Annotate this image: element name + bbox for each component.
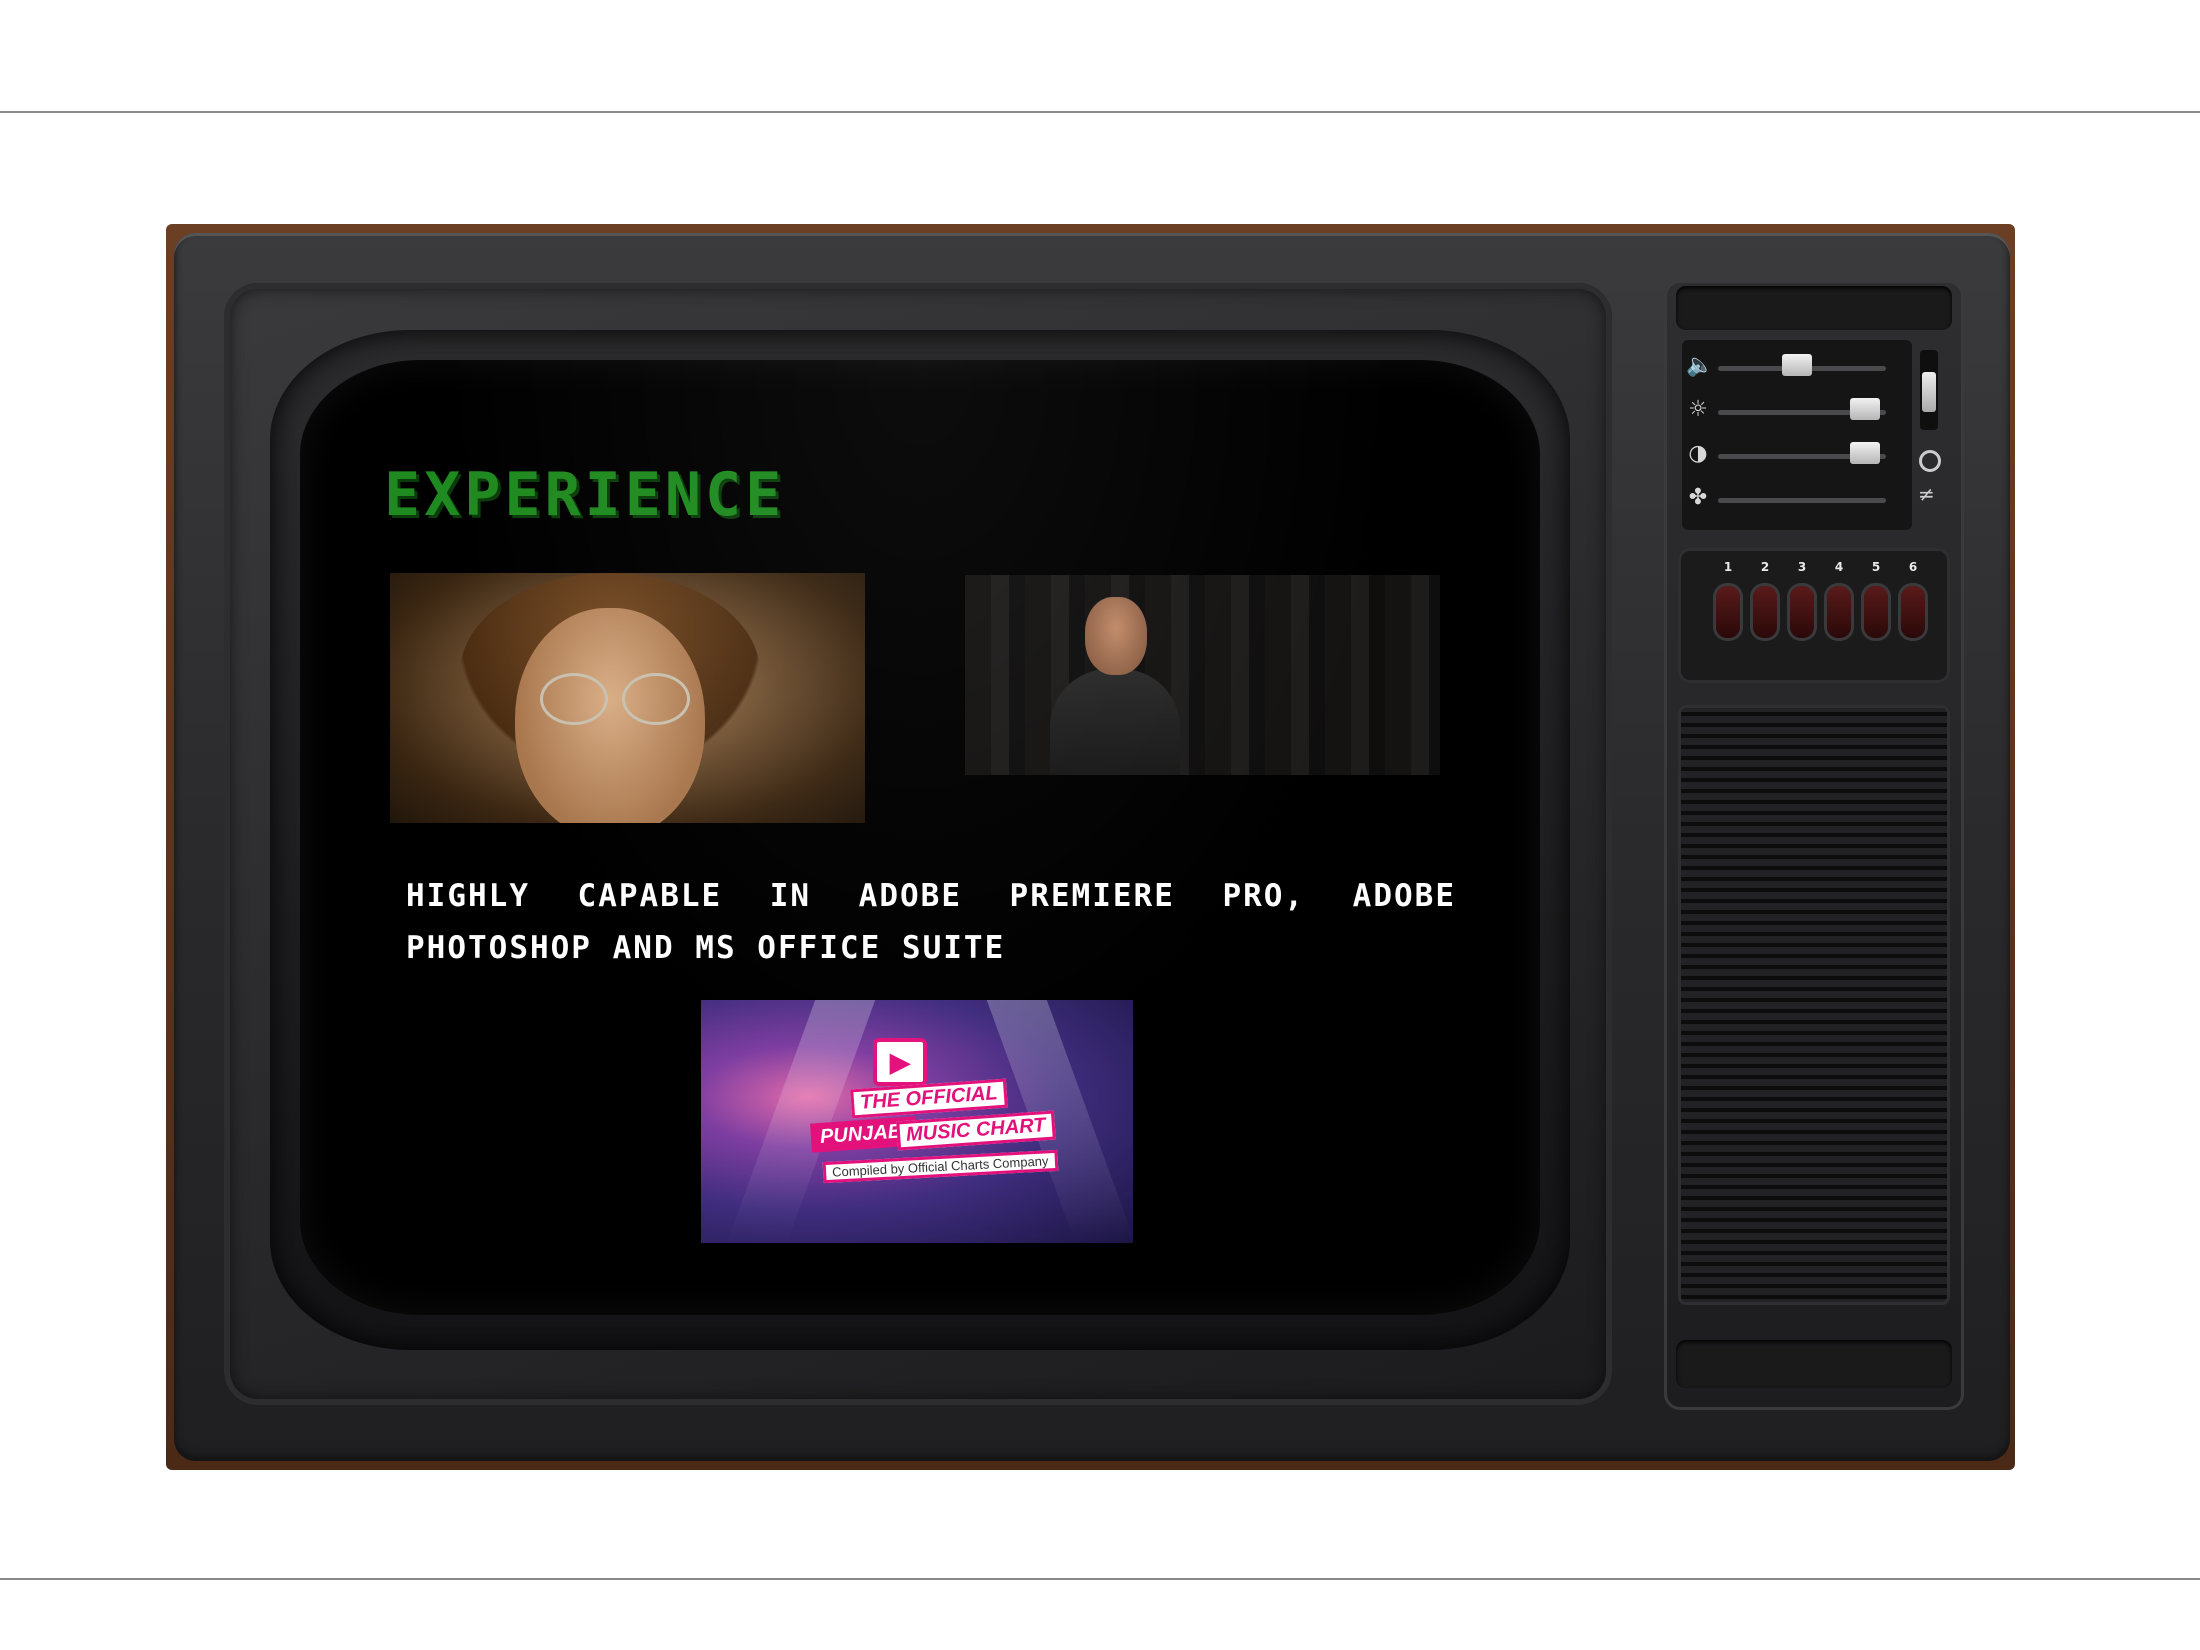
compiled-by-text: Compiled by	[831, 1160, 905, 1180]
volume-slider[interactable]: 🔈	[1682, 348, 1912, 388]
color-slider[interactable]: ✤	[1682, 480, 1912, 520]
adjustment-sliders: 🔈 ☼ ◑ ✤	[1682, 340, 1912, 530]
channel-button-3[interactable]	[1790, 586, 1814, 638]
tv-control-panel: 🔈 ☼ ◑ ✤ ≠ 1 2 3 4 5 6	[1664, 280, 1964, 1410]
skills-description: HIGHLY CAPABLE IN ADOBE PREMIERE PRO, AD…	[406, 878, 1456, 966]
channel-number: 3	[1797, 560, 1807, 574]
logo-line-official: THE OFFICIAL	[850, 1078, 1008, 1119]
channel-button-5[interactable]	[1864, 586, 1888, 638]
logo-compiled-by: Compiled by Official Charts Company	[822, 1149, 1058, 1184]
power-ring-icon	[1919, 450, 1941, 472]
speaker-icon: 🔈	[1686, 353, 1714, 378]
slide-title: EXPERIENCE	[384, 460, 786, 530]
channel-number: 1	[1723, 560, 1733, 574]
channel-number: 4	[1834, 560, 1844, 574]
slider-track	[1718, 498, 1886, 503]
bottom-divider-line	[0, 1578, 2200, 1580]
contrast-slider[interactable]: ◑	[1682, 436, 1912, 476]
portrait-glasses	[540, 673, 690, 725]
channel-selector: 1 2 3 4 5 6	[1678, 548, 1950, 683]
channel-button-1[interactable]	[1716, 586, 1740, 638]
speaker-grille	[1678, 705, 1950, 1305]
power-switch[interactable]: ≠	[1916, 350, 1942, 520]
channel-number: 5	[1871, 560, 1881, 574]
channel-button-4[interactable]	[1827, 586, 1851, 638]
logo-line-music-chart: MUSIC CHART	[896, 1110, 1056, 1151]
tv-screen: EXPERIENCE HIGHLY CAPABLE IN ADOBE PREMI…	[300, 360, 1540, 1315]
punjabi-chart-logo: ▶ THE OFFICIAL PUNJABI MUSIC CHART Compi…	[810, 1038, 1058, 1213]
tuning-icon: ≠	[1918, 482, 1935, 506]
channel-button-2[interactable]	[1753, 586, 1777, 638]
channel-button-6[interactable]	[1901, 586, 1925, 638]
brand-badge-icon: ▶	[873, 1038, 927, 1086]
panel-top-slot	[1676, 286, 1952, 330]
slider-knob[interactable]	[1850, 398, 1880, 420]
brightness-slider[interactable]: ☼	[1682, 392, 1912, 432]
video-thumbnail-speaker[interactable]	[965, 575, 1440, 775]
speaker-figure	[1050, 597, 1180, 775]
panel-bottom-slot	[1676, 1340, 1952, 1388]
video-thumbnail-portrait[interactable]	[390, 573, 865, 823]
color-wheel-icon: ✤	[1688, 485, 1708, 510]
top-divider-line	[0, 111, 2200, 113]
channel-number: 2	[1760, 560, 1770, 574]
contrast-icon: ◑	[1688, 441, 1708, 466]
switch-lever[interactable]	[1922, 372, 1936, 412]
slider-knob[interactable]	[1850, 442, 1880, 464]
sun-icon: ☼	[1688, 397, 1708, 422]
video-thumbnail-punjabi-chart[interactable]: ▶ THE OFFICIAL PUNJABI MUSIC CHART Compi…	[701, 1000, 1133, 1243]
slider-knob[interactable]	[1782, 354, 1812, 376]
channel-number: 6	[1908, 560, 1918, 574]
company-name: Official Charts Company	[907, 1153, 1049, 1176]
